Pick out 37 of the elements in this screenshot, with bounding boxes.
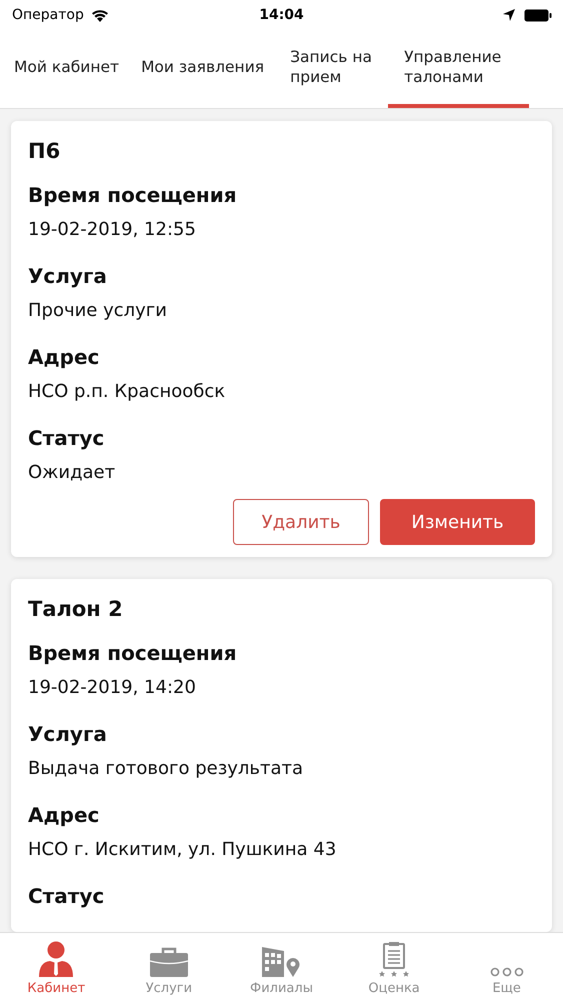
tab-bar-item[interactable]: Еще — [450, 933, 563, 1000]
tab[interactable]: Мои заявления — [127, 30, 272, 108]
wifi-icon — [90, 8, 109, 22]
tab-bar-item[interactable]: Кабинет — [0, 933, 113, 1000]
edit-button[interactable]: Изменить — [380, 499, 535, 545]
ticket-title: П6 — [28, 139, 62, 163]
field-label: Статус — [28, 884, 106, 908]
more-icon — [490, 967, 524, 977]
field-label: Время посещения — [28, 183, 238, 207]
field-value: НСО р.п. Краснообск — [28, 381, 226, 402]
location-arrow-icon — [503, 9, 515, 21]
carrier-name: Оператор — [12, 7, 84, 23]
field-label: Статус — [28, 426, 106, 450]
field-label: Услуга — [28, 264, 108, 288]
briefcase-icon — [150, 947, 188, 977]
field-value: Выдача готового результата — [28, 758, 304, 779]
building-pin-icon — [262, 947, 300, 977]
tab[interactable]: Мой кабинет — [0, 30, 128, 108]
field-value: 19-02-2019, 12:55 — [28, 219, 197, 240]
field-label: Услуга — [28, 722, 108, 746]
clock-time: 14:04 — [259, 7, 304, 23]
field-value: Ожидает — [28, 462, 116, 483]
field-value: Прочие услуги — [28, 300, 168, 321]
tab-bar-item[interactable]: Оценка — [338, 933, 450, 1000]
tab-bar-item[interactable]: Услуги — [112, 933, 226, 1000]
field-label: Адрес — [28, 803, 100, 827]
field-label: Адрес — [28, 345, 100, 369]
delete-button[interactable]: Удалить — [233, 499, 369, 545]
field-value: 19-02-2019, 14:20 — [28, 677, 197, 698]
tab[interactable]: Управление талонами — [388, 30, 530, 108]
field-value: НСО г. Искитим, ул. Пушкина 43 — [28, 839, 338, 860]
tab-bar-item[interactable]: Филиалы — [225, 933, 338, 1000]
field-label: Время посещения — [28, 641, 238, 665]
tab[interactable]: Запись на прием — [272, 30, 388, 108]
battery-icon — [524, 8, 552, 22]
person-icon — [39, 941, 74, 977]
ticket-title: Талон 2 — [28, 597, 124, 621]
